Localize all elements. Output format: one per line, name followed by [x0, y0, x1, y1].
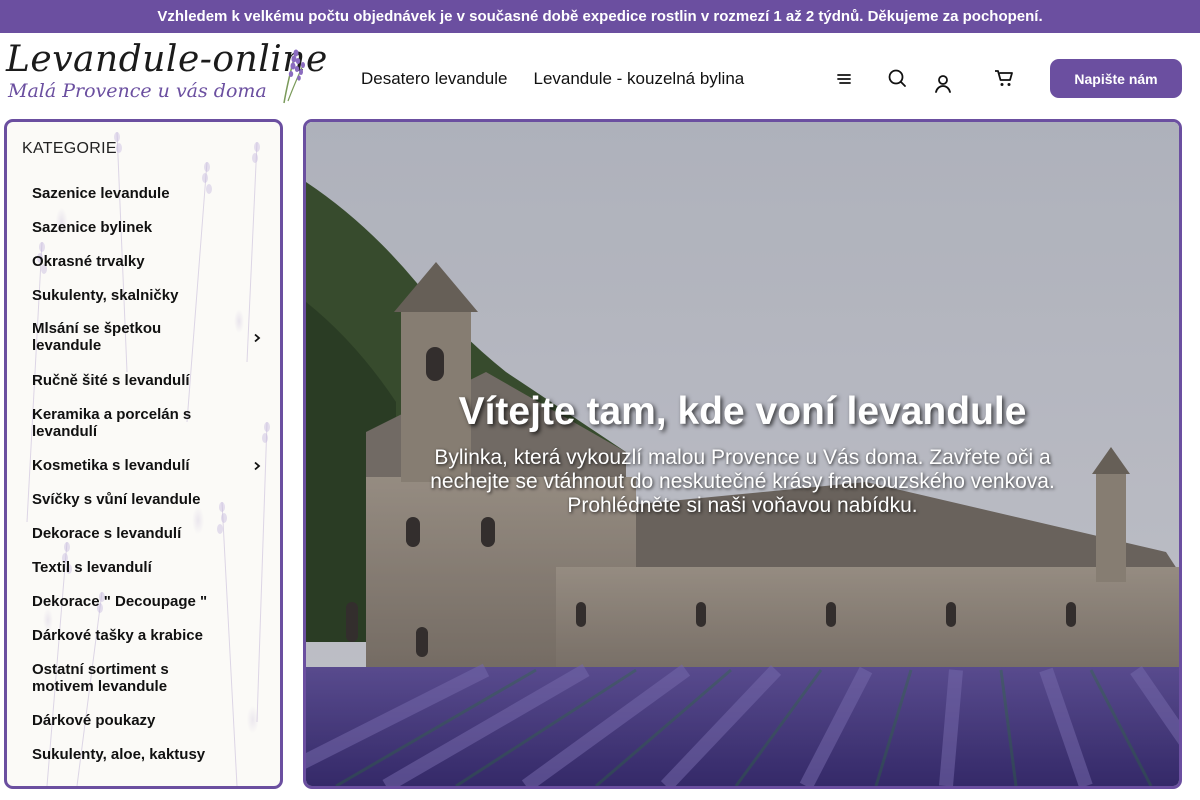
- category-item[interactable]: Dárkové tašky a krabice: [32, 627, 232, 644]
- hero-text: Bylinka, která vykouzlí malou Provence u…: [430, 446, 1055, 517]
- menu-icon[interactable]: [832, 67, 856, 91]
- announcement-bar: Vzhledem k velkému počtu objednávek je v…: [0, 0, 1200, 33]
- announcement-text: Vzhledem k velkému počtu objednávek je v…: [157, 8, 1043, 25]
- logo-subtitle: Malá Provence u vás doma: [8, 80, 267, 102]
- lavender-sprig-icon: [283, 49, 305, 104]
- chevron-right-icon[interactable]: [252, 333, 262, 343]
- category-item[interactable]: Sukulenty, aloe, kaktusy: [32, 746, 232, 763]
- category-item[interactable]: Kosmetika s levandulí: [32, 457, 232, 474]
- cart-icon[interactable]: [992, 66, 1016, 90]
- nav-link-desatero[interactable]: Desatero levandule: [361, 69, 507, 89]
- chevron-right-icon[interactable]: [252, 461, 262, 471]
- category-sidebar: KATEGORIE Sazenice levandule Sazenice by…: [4, 119, 283, 789]
- site-header: Levandule-online Malá Provence u vás dom…: [0, 33, 1200, 119]
- main-nav: Desatero levandule Levandule - kouzelná …: [361, 69, 744, 89]
- category-item[interactable]: Sukulenty, skalničky: [32, 287, 232, 304]
- hero-title: Vítejte tam, kde voní levandule: [458, 390, 1027, 433]
- category-item[interactable]: Keramika a porcelán s levandulí: [32, 406, 232, 440]
- category-item[interactable]: Textil s levandulí: [32, 559, 232, 576]
- category-item[interactable]: Sazenice bylinek: [32, 219, 232, 236]
- category-item[interactable]: Okrasné trvalky: [32, 253, 232, 270]
- category-item[interactable]: Dárkové poukazy: [32, 712, 232, 729]
- sidebar-title: KATEGORIE: [22, 140, 117, 157]
- category-item[interactable]: Ostatní sortiment s motivem levandule: [32, 661, 232, 695]
- user-icon[interactable]: [931, 71, 955, 95]
- nav-link-kouzelna-bylina[interactable]: Levandule - kouzelná bylina: [533, 69, 744, 89]
- hero-banner: Vítejte tam, kde voní levandule Bylinka,…: [303, 119, 1182, 789]
- site-logo[interactable]: Levandule-online Malá Provence u vás dom…: [6, 39, 327, 105]
- category-item[interactable]: Ručně šité s levandulí: [32, 372, 232, 389]
- search-icon[interactable]: [885, 66, 909, 90]
- category-item[interactable]: Svíčky s vůní levandule: [32, 491, 232, 508]
- category-item[interactable]: Mlsání se špetkou levandule: [32, 320, 232, 354]
- contact-button[interactable]: Napište nám: [1050, 59, 1182, 98]
- category-item[interactable]: Dekorace s levandulí: [32, 525, 232, 542]
- category-item[interactable]: Sazenice levandule: [32, 185, 232, 202]
- category-item[interactable]: Dekorace " Decoupage ": [32, 593, 232, 610]
